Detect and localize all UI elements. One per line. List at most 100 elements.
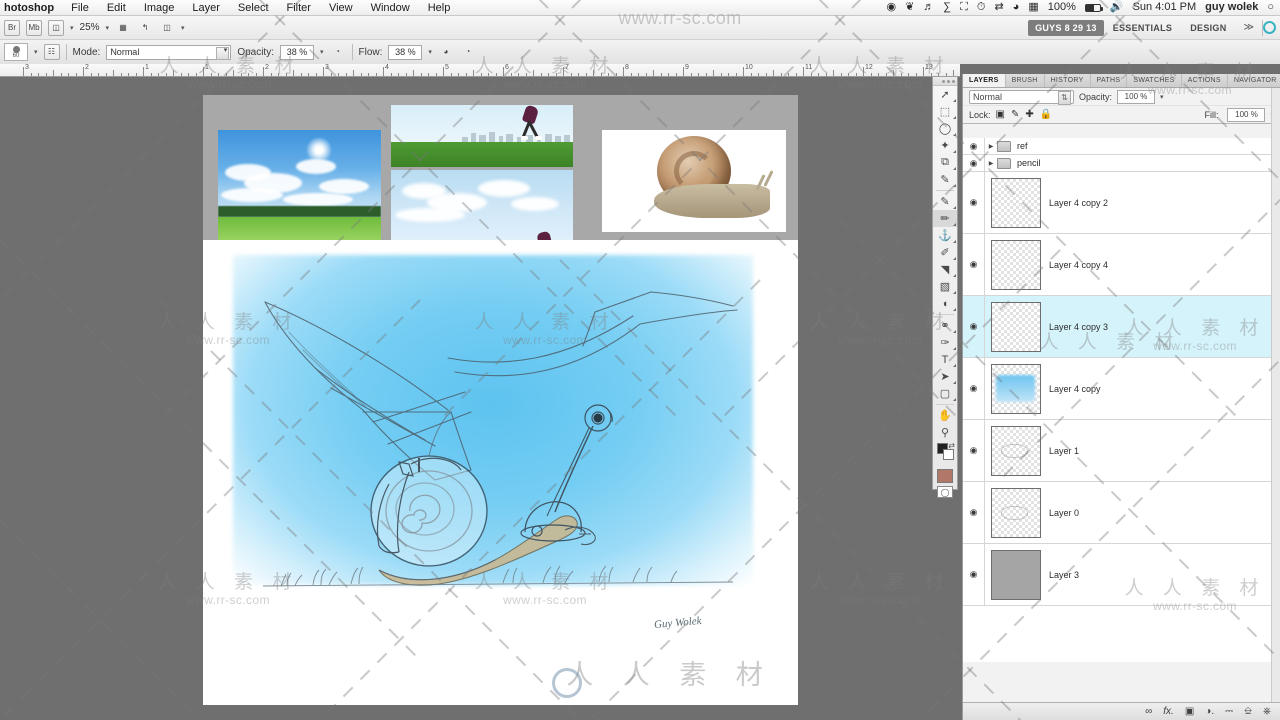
gradient-tool[interactable]: ▧ [933, 278, 957, 295]
history-brush-tool[interactable]: ✐ [933, 244, 957, 261]
layer-visibility-icon[interactable]: ◉ [963, 296, 985, 357]
dodge-tool[interactable]: ⚭ [933, 317, 957, 334]
layer-thumbnail[interactable] [991, 425, 1041, 476]
lock-position-icon[interactable]: ✚ [1025, 109, 1033, 120]
menu-window[interactable]: Window [362, 2, 419, 14]
crop-tool[interactable]: ⧉ [933, 154, 957, 171]
table-row[interactable]: ◉ Layer 1 [963, 420, 1280, 482]
flow-input[interactable]: 38 % [388, 44, 423, 60]
lock-all-icon[interactable]: 🔒 [1040, 109, 1052, 120]
layer-visibility-icon[interactable]: ◉ [963, 482, 985, 543]
app-name-label[interactable]: hotoshop [0, 2, 62, 14]
layer-name[interactable]: pencil [1017, 158, 1041, 168]
path-selection-tool[interactable]: ➤ [933, 368, 957, 385]
layer-opacity-chevron-down-icon[interactable]: ▾ [1160, 93, 1164, 101]
layer-thumbnail[interactable] [991, 363, 1041, 414]
dropbox-icon[interactable]: ❦ [905, 2, 914, 13]
clock-menu-icon[interactable]: ⏱ [977, 2, 986, 13]
brush-panel-icon[interactable]: ☷ [43, 44, 60, 60]
workspace-more-button[interactable]: ≫ [1236, 22, 1262, 33]
workspace-design[interactable]: DESIGN [1181, 20, 1235, 36]
palette-grip[interactable] [933, 77, 957, 86]
opacity-input[interactable]: 38 % [280, 44, 314, 60]
shortcuts-icon[interactable]: ⇄ [994, 2, 1003, 13]
tab-swatches[interactable]: SWATCHES [1127, 74, 1182, 87]
table-row[interactable]: ◉ Layer 4 copy 2 [963, 172, 1280, 234]
quick-selection-tool[interactable]: ✦ [933, 137, 957, 154]
adjustment-layer-button[interactable]: ◑. [1205, 706, 1214, 717]
chevron-right-icon[interactable]: ▶ [985, 143, 997, 150]
table-row[interactable]: ◉ Layer 3 [963, 544, 1280, 606]
menu-select[interactable]: Select [229, 2, 278, 14]
clone-stamp-tool[interactable]: ⚓ [933, 227, 957, 244]
layer-name[interactable]: Layer 4 copy 3 [1049, 322, 1108, 332]
screen-mode-icon[interactable]: ◫ [48, 19, 64, 36]
layer-name[interactable]: Layer 3 [1049, 570, 1079, 580]
wifi-icon[interactable]: ◕ [1013, 2, 1020, 13]
menu-edit[interactable]: Edit [98, 2, 135, 14]
new-group-button[interactable]: ⎓ [1225, 706, 1233, 717]
background-color-swatch[interactable] [943, 449, 954, 460]
layer-name[interactable]: ref [1017, 141, 1028, 151]
tab-layers[interactable]: LAYERS [963, 74, 1006, 87]
bluetooth-icon[interactable]: ∑ [943, 2, 951, 13]
layer-thumbnail[interactable] [991, 239, 1041, 290]
layer-name[interactable]: Layer 0 [1049, 508, 1079, 518]
tab-paths[interactable]: PATHS [1090, 74, 1128, 87]
displays-icon[interactable]: ▦ [1028, 2, 1038, 13]
canvas-area[interactable]: Guy Wolek [0, 77, 928, 720]
airplay-icon[interactable]: ⛶ [960, 2, 968, 13]
blur-tool[interactable]: ◖ [933, 295, 957, 312]
tab-navigator[interactable]: NAVIGATOR [1227, 74, 1280, 87]
battery-icon[interactable] [1084, 3, 1103, 12]
quick-mask-icon[interactable]: ◯ [937, 486, 953, 498]
layer-visibility-icon[interactable]: ◉ [963, 155, 985, 171]
panel-scrollbar[interactable] [1271, 88, 1280, 702]
layer-thumbnail[interactable] [991, 487, 1041, 538]
chevron-right-icon[interactable]: ▶ [985, 160, 997, 167]
screen-mode-chevron-down-icon[interactable]: ▾ [70, 24, 74, 32]
layer-opacity-input[interactable]: 100 % [1117, 89, 1156, 104]
layers-panel[interactable]: LAYERS BRUSH HISTORY PATHS SWATCHES ACTI… [962, 74, 1280, 720]
snail-glider-artwork[interactable]: Guy Wolek [203, 240, 798, 705]
airbrush-icon[interactable]: ◕ [438, 44, 454, 60]
layer-visibility-icon[interactable]: ◉ [963, 172, 985, 233]
color-swatches[interactable]: ⇄ [933, 441, 957, 467]
swap-colors-icon[interactable]: ⇄ [948, 441, 955, 450]
eyedropper-tool[interactable]: ✎ [933, 171, 957, 188]
creative-cloud-icon[interactable] [1263, 21, 1276, 34]
tab-brush[interactable]: BRUSH [1005, 74, 1045, 87]
table-row[interactable]: ◉ Layer 4 copy 3 [963, 296, 1280, 358]
view-extras-icon[interactable]: ◫ [159, 20, 175, 36]
table-row[interactable]: ◉ ▶ pencil [963, 155, 1280, 172]
current-color-swatch[interactable] [937, 469, 953, 483]
layer-visibility-icon[interactable]: ◉ [963, 420, 985, 481]
layer-thumbnail[interactable] [991, 549, 1041, 600]
sky-field-photo[interactable] [218, 130, 381, 242]
lock-image-pixels-icon[interactable]: ✎ [1011, 109, 1019, 120]
menu-image[interactable]: Image [135, 2, 184, 14]
arrange-documents-icon[interactable]: ▦ [115, 20, 131, 36]
opacity-chevron-down-icon[interactable]: ▾ [320, 48, 324, 56]
menu-layer[interactable]: Layer [183, 2, 229, 14]
menu-help[interactable]: Help [419, 2, 460, 14]
workspace-essentials[interactable]: ESSENTIALS [1104, 20, 1182, 36]
layer-name[interactable]: Layer 1 [1049, 446, 1079, 456]
search-icon[interactable]: ○ [1267, 2, 1274, 13]
mini-bridge-button[interactable]: Mb [26, 19, 42, 36]
zoom-chevron-down-icon[interactable]: ▾ [106, 24, 110, 32]
link-layers-button[interactable]: ∞ [1145, 706, 1152, 717]
layer-name[interactable]: Layer 4 copy 4 [1049, 260, 1108, 270]
tab-history[interactable]: HISTORY [1044, 74, 1091, 87]
layer-name[interactable]: Layer 4 copy [1049, 384, 1101, 394]
layer-visibility-icon[interactable]: ◉ [963, 234, 985, 295]
rotate-view-icon[interactable]: ↰ [137, 20, 153, 36]
record-icon[interactable]: ◉ [886, 2, 896, 13]
menu-filter[interactable]: Filter [278, 2, 320, 14]
layer-fill-input[interactable]: 100 % [1227, 107, 1266, 122]
view-extras-chevron-down-icon[interactable]: ▾ [181, 24, 185, 32]
layer-style-button[interactable]: fx. [1163, 706, 1174, 717]
workspace-guys[interactable]: GUYS 8 29 13 [1028, 19, 1104, 36]
zoom-level-label[interactable]: 25% [80, 22, 100, 33]
document-canvas[interactable]: Guy Wolek [203, 95, 798, 705]
